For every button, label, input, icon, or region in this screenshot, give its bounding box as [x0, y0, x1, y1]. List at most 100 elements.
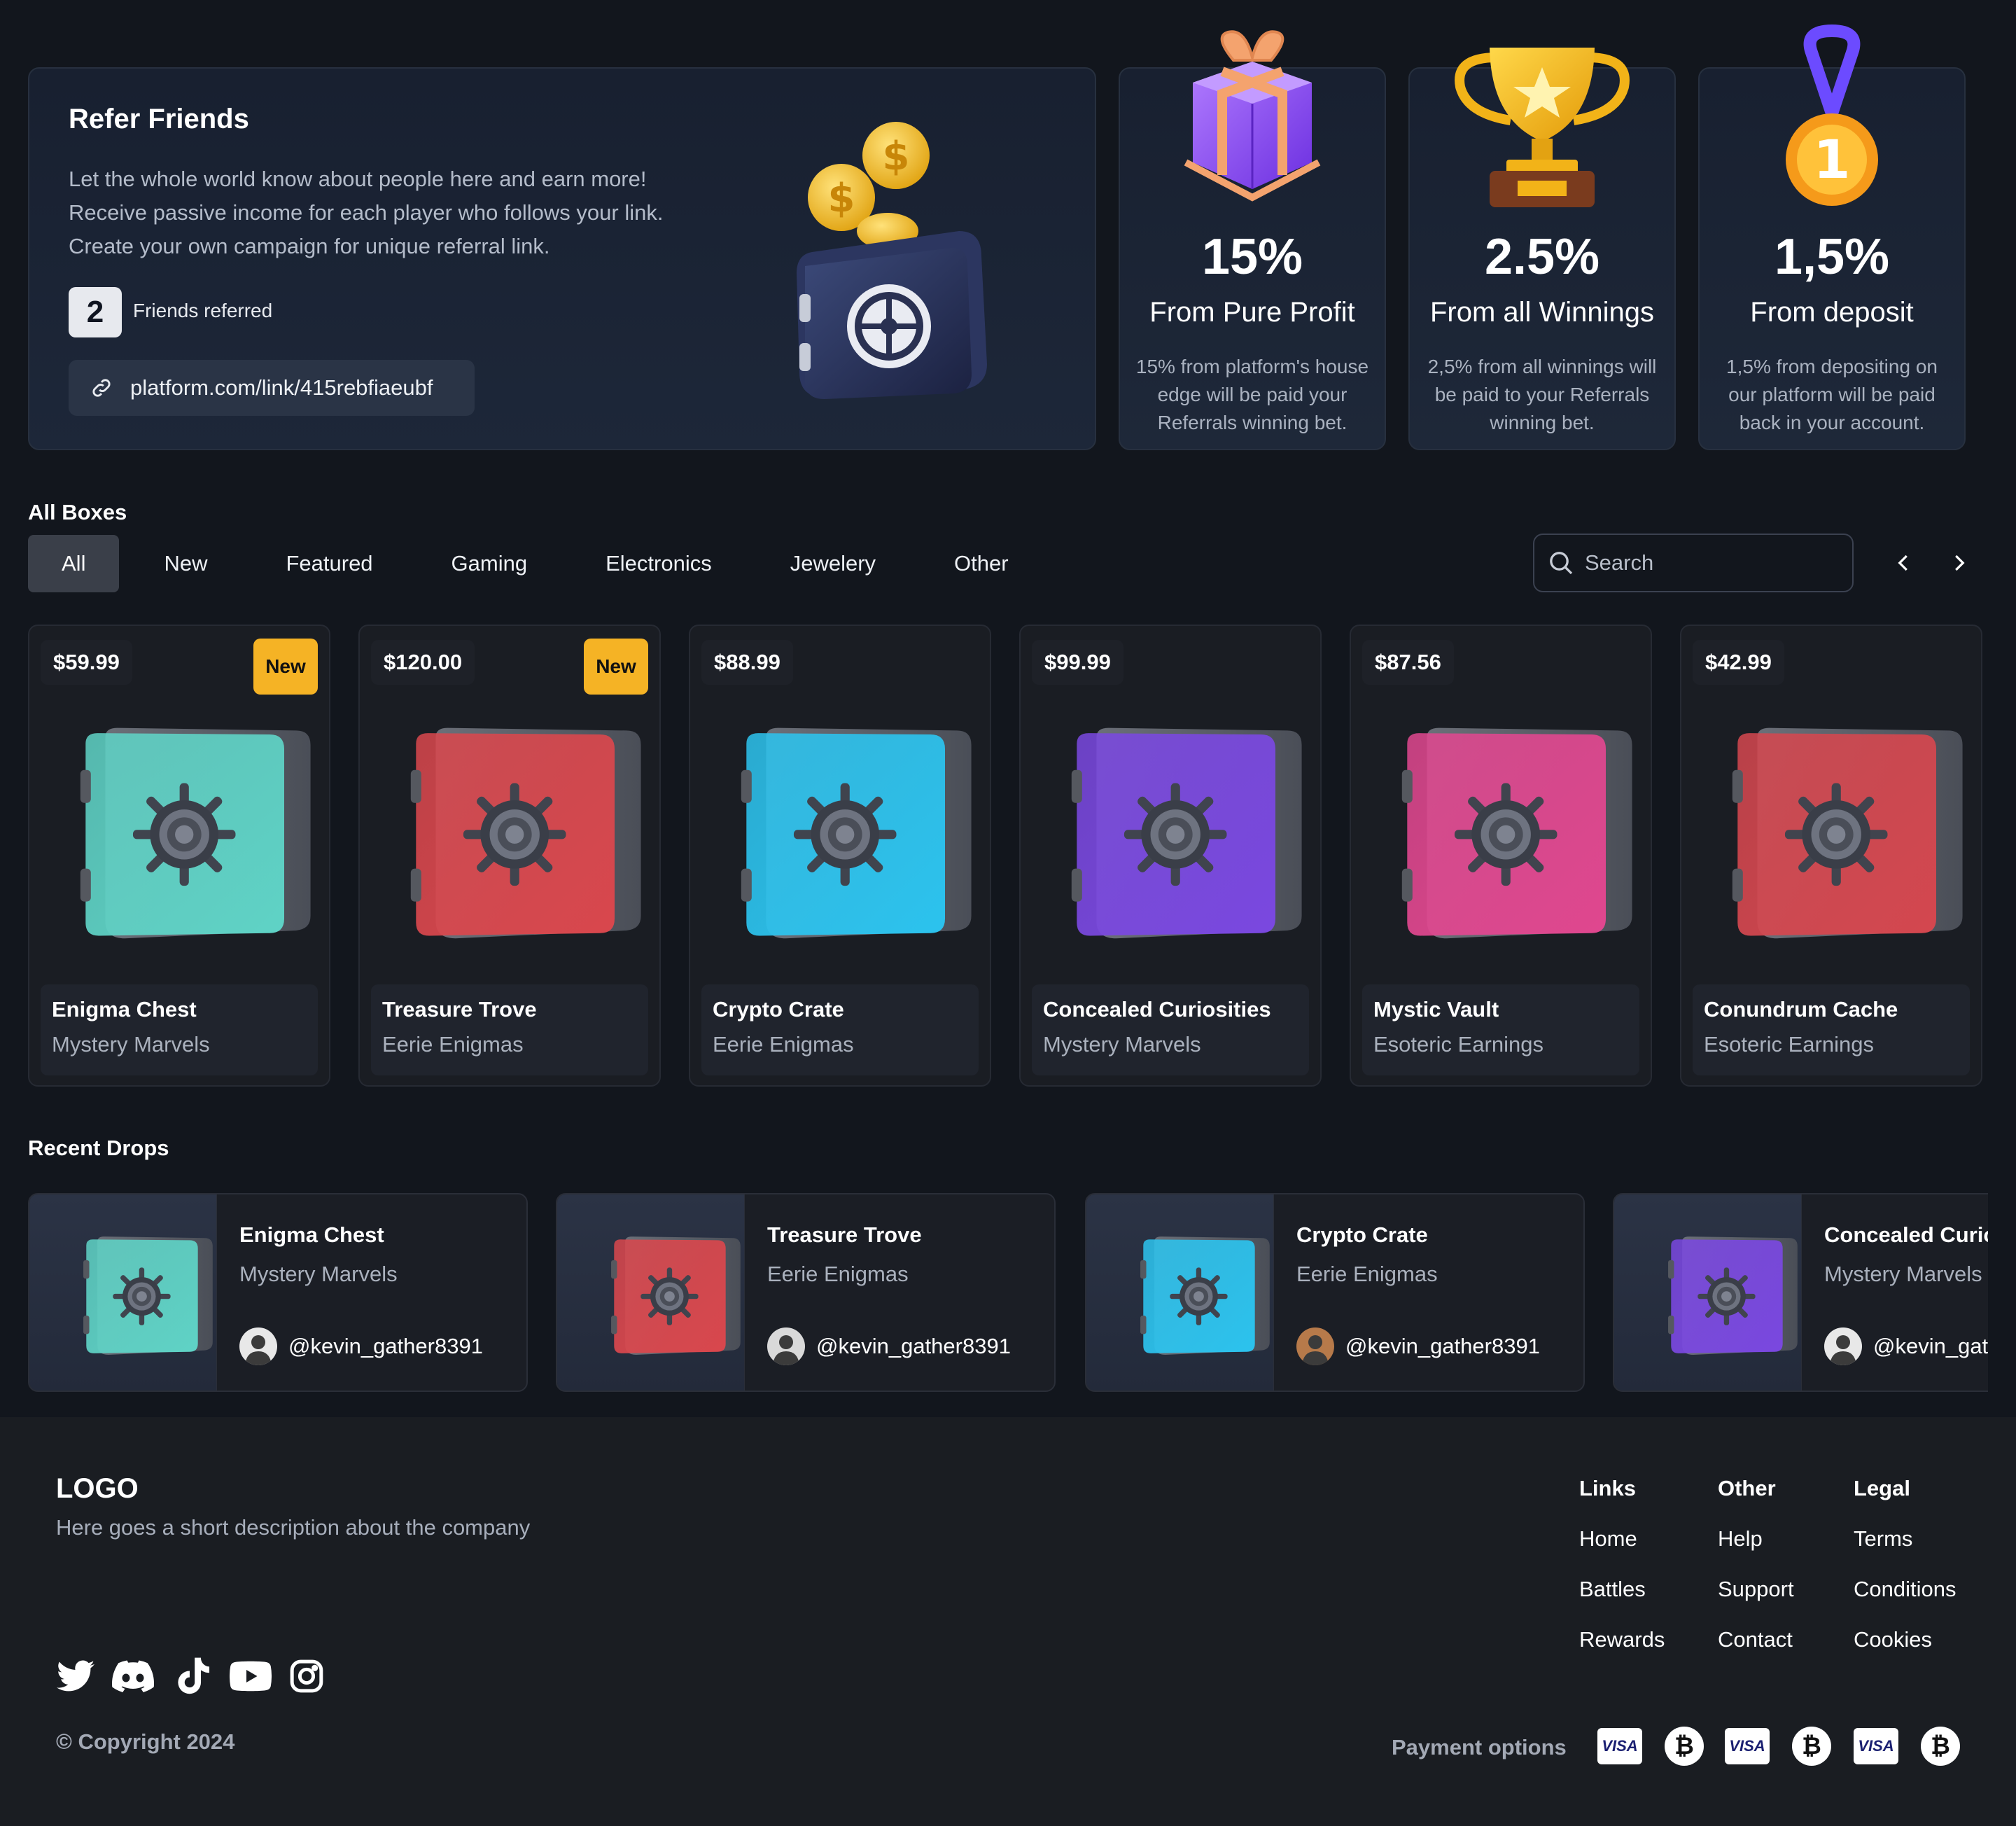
box-price: $99.99 [1032, 640, 1124, 685]
search-box [1533, 534, 1854, 592]
youtube-icon[interactable] [230, 1655, 272, 1697]
drop-image [1086, 1194, 1274, 1391]
drop-category: Mystery Marvels [1824, 1262, 1982, 1286]
box-image [739, 724, 990, 955]
footer-link-contact[interactable]: Contact [1718, 1627, 1793, 1652]
box-price: $42.99 [1693, 640, 1784, 685]
referral-link[interactable]: platform.com/link/415rebfiaeubf [69, 360, 475, 416]
drop-image [557, 1194, 745, 1391]
box-card[interactable]: $88.99 Crypto Crate Eerie Enigmas [689, 625, 991, 1087]
trophy-icon [1410, 22, 1674, 211]
box-card[interactable]: $42.99 Conundrum Cache Esoteric Earnings [1680, 625, 1982, 1087]
box-info: Enigma Chest Mystery Marvels [41, 984, 318, 1075]
drop-name: Treasure Trove [767, 1222, 922, 1247]
box-image [1400, 724, 1651, 955]
visa-icon: VISA [1597, 1728, 1642, 1764]
tab-electronics[interactable]: Electronics [572, 535, 746, 592]
box-name: Enigma Chest [52, 997, 197, 1022]
footer-link-conditions[interactable]: Conditions [1854, 1577, 1956, 1602]
avatar [239, 1327, 277, 1365]
box-card[interactable]: $59.99 New Enigma Chest Mystery Marvels [28, 625, 330, 1087]
payment-options-label: Payment options [1392, 1735, 1567, 1759]
box-info: Concealed Curiosities Mystery Marvels [1032, 984, 1309, 1075]
drop-user[interactable]: @kevin_gather8391 [239, 1327, 483, 1365]
footer-column-title: Links [1579, 1476, 1636, 1500]
box-price: $87.56 [1362, 640, 1454, 685]
bitcoin-icon: ₿ [1921, 1727, 1960, 1766]
box-category: Mystery Marvels [52, 1032, 210, 1057]
box-price: $88.99 [701, 640, 793, 685]
drop-username: @kevin_gather8391 [1873, 1334, 1988, 1358]
footer-link-terms[interactable]: Terms [1854, 1526, 1912, 1552]
box-name: Mystic Vault [1373, 997, 1499, 1022]
stat-description: 15% from platform's house edge will be p… [1135, 356, 1369, 433]
chevron-right-icon [1955, 555, 1965, 571]
drop-username: @kevin_gather8391 [288, 1334, 483, 1358]
search-input[interactable] [1585, 550, 1837, 576]
tab-new[interactable]: New [130, 535, 241, 592]
recent-drop-item[interactable]: Enigma Chest Mystery Marvels @kevin_gath… [28, 1193, 528, 1392]
stat-heading: From deposit [1750, 297, 1914, 328]
refer-title: Refer Friends [69, 104, 249, 134]
drop-category: Mystery Marvels [239, 1262, 398, 1286]
tab-featured[interactable]: Featured [252, 535, 406, 592]
footer-link-cookies[interactable]: Cookies [1854, 1627, 1932, 1652]
drop-category: Eerie Enigmas [1296, 1262, 1438, 1286]
bitcoin-icon: ₿ [1792, 1727, 1831, 1766]
refer-desc-line: Let the whole world know about people he… [69, 167, 647, 191]
box-category: Eerie Enigmas [713, 1032, 854, 1057]
tab-gaming[interactable]: Gaming [418, 535, 561, 592]
tab-jewelery[interactable]: Jewelery [757, 535, 909, 592]
box-name: Crypto Crate [713, 997, 844, 1022]
drop-user[interactable]: @kevin_gather8391 [1296, 1327, 1540, 1365]
stat-card-winnings: 2.5% From all Winnings 2,5% from all win… [1408, 48, 1676, 450]
drop-name: Concealed Curiosities [1824, 1222, 1988, 1247]
box-name: Treasure Trove [382, 997, 537, 1022]
prev-arrow-button[interactable] [1887, 546, 1921, 580]
link-icon [92, 379, 111, 397]
search-icon [1550, 552, 1573, 575]
friends-count-label: Friends referred [133, 300, 273, 321]
recent-drop-item[interactable]: Concealed Curiosities Mystery Marvels @k… [1613, 1193, 1988, 1392]
avatar [1296, 1327, 1334, 1365]
drop-username: @kevin_gather8391 [816, 1334, 1011, 1358]
box-card[interactable]: $99.99 Concealed Curiosities Mystery Mar… [1019, 625, 1322, 1087]
footer-link-rewards[interactable]: Rewards [1579, 1627, 1665, 1652]
box-card[interactable]: $120.00 New Treasure Trove Eerie Enigmas [358, 625, 661, 1087]
instagram-icon[interactable] [286, 1655, 328, 1697]
box-price: $59.99 [41, 640, 132, 685]
drop-username: @kevin_gather8391 [1345, 1334, 1540, 1358]
footer-link-help[interactable]: Help [1718, 1526, 1763, 1552]
box-price: $120.00 [371, 640, 475, 685]
footer-column-title: Legal [1854, 1476, 1910, 1500]
tiktok-icon[interactable] [172, 1655, 214, 1697]
drop-user[interactable]: @kevin_gather8391 [1824, 1327, 1988, 1365]
box-category: Mystery Marvels [1043, 1032, 1201, 1057]
discord-icon[interactable] [112, 1655, 154, 1697]
all-boxes-title: All Boxes [28, 500, 127, 524]
svg-text:$: $ [883, 134, 910, 179]
tab-all[interactable]: All [28, 535, 120, 592]
recent-drop-item[interactable]: Crypto Crate Eerie Enigmas @kevin_gather… [1085, 1193, 1585, 1392]
next-arrow-button[interactable] [1942, 546, 1975, 580]
box-category: Eerie Enigmas [382, 1032, 524, 1057]
box-image [1070, 724, 1320, 955]
footer [0, 1417, 2016, 1826]
box-name: Concealed Curiosities [1043, 997, 1271, 1022]
stat-percent: 2.5% [1484, 229, 1600, 285]
svg-text:$: $ [828, 176, 855, 221]
footer-link-battles[interactable]: Battles [1579, 1577, 1646, 1602]
refer-desc-line: Receive passive income for each player w… [69, 200, 664, 225]
recent-drop-item[interactable]: Treasure Trove Eerie Enigmas @kevin_gath… [556, 1193, 1056, 1392]
twitter-icon[interactable] [55, 1655, 97, 1697]
footer-link-home[interactable]: Home [1579, 1526, 1637, 1552]
bitcoin-icon: ₿ [1665, 1727, 1704, 1766]
drop-user[interactable]: @kevin_gather8391 [767, 1327, 1011, 1365]
box-card[interactable]: $87.56 Mystic Vault Esoteric Earnings [1350, 625, 1652, 1087]
avatar [1824, 1327, 1862, 1365]
tab-other[interactable]: Other [920, 535, 1042, 592]
box-image [409, 724, 659, 955]
friends-count: 2 [69, 287, 122, 337]
box-info: Conundrum Cache Esoteric Earnings [1693, 984, 1970, 1075]
footer-link-support[interactable]: Support [1718, 1577, 1794, 1602]
